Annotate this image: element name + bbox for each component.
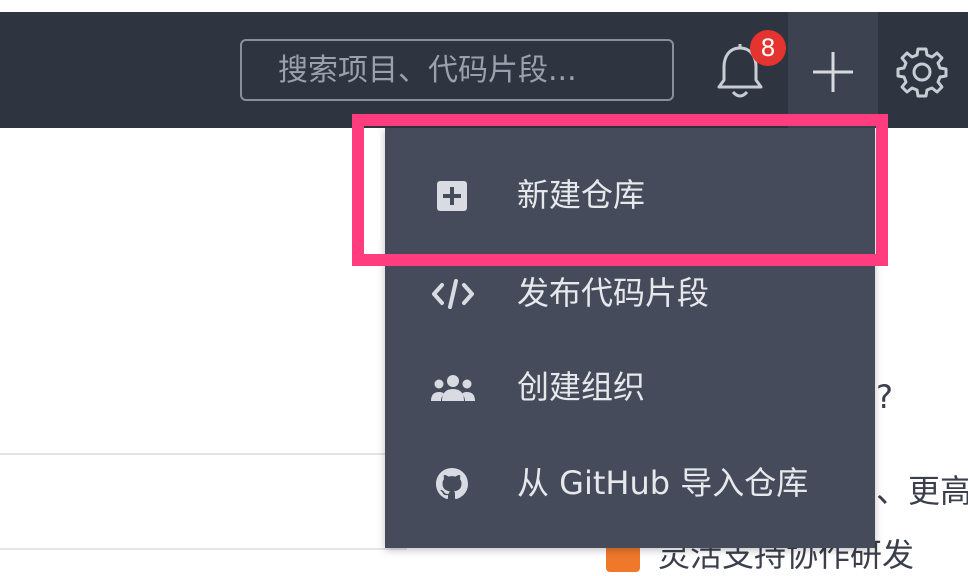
notification-badge: 8: [750, 30, 786, 66]
code-icon: [432, 279, 474, 309]
divider: [0, 548, 407, 550]
top-strip: [0, 0, 968, 12]
menu-item-label: 从 GitHub 导入仓库: [517, 464, 809, 502]
plus-icon: [813, 52, 853, 92]
gear-icon[interactable]: [896, 46, 948, 98]
create-new-button[interactable]: [788, 12, 878, 128]
github-icon: [436, 468, 468, 499]
menu-item-import-from-github[interactable]: 从 GitHub 导入仓库: [385, 436, 875, 530]
top-navbar: 8: [0, 12, 968, 128]
highlight-inner-edge: [374, 137, 380, 241]
highlight-box: [352, 114, 888, 266]
background-text: ?: [876, 378, 893, 416]
background-text: 、更高: [876, 472, 968, 510]
divider: [0, 453, 385, 455]
search-input[interactable]: [240, 39, 674, 101]
menu-item-label: 创建组织: [517, 368, 646, 406]
users-icon: [431, 375, 475, 401]
menu-item-create-organization[interactable]: 创建组织: [385, 340, 875, 434]
